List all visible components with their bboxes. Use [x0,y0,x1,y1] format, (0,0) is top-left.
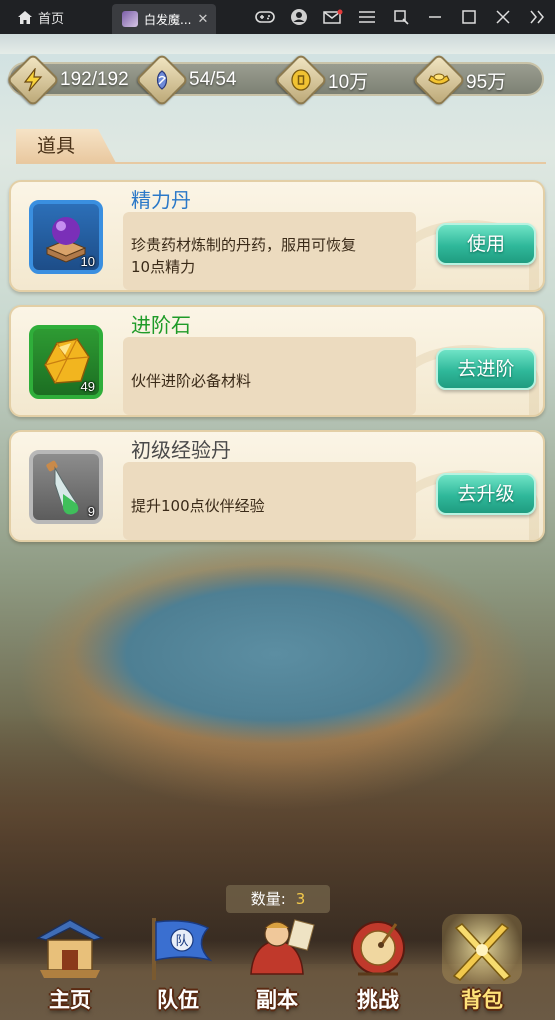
team-flag-icon: 队 [152,918,213,980]
item-description-line1: 提升100点伙伴经验 [131,497,265,515]
item-description-line1: 伙伴进阶必备材料 [131,372,252,390]
spirit-icon [156,70,168,90]
quantity-label: 数量: 3 [226,885,330,913]
ingot-icon [428,73,450,85]
advance-button[interactable]: 去进阶 [436,348,536,390]
resource-spirit: 54/54 [135,53,237,107]
nav-bag-label: 背包 [461,988,503,1012]
coin-icon [291,69,311,91]
item-description: 珍贵药材炼制的丹药，服用可恢复 10点精力 [123,212,416,290]
nav-home[interactable]: 主页 [22,914,118,1020]
swords-icon [452,923,512,981]
level-up-button[interactable]: 去升级 [436,473,536,515]
resource-coin: 10万 [274,53,369,107]
item-count: 9 [87,504,95,519]
home-icon [18,10,32,24]
nav-dungeon-label: 副本 [256,988,298,1012]
item-description-line1: 珍贵药材炼制的丹药，服用可恢复 [131,236,357,254]
warrior-icon [250,919,315,975]
item-icon-frame[interactable]: 49 [29,325,103,399]
gamepad-icon[interactable] [248,0,282,34]
spirit-value: 54/54 [189,69,237,90]
tab-close-icon[interactable]: ✕ [194,12,212,27]
coin-value: 10万 [328,71,369,93]
game-tab[interactable]: 白发魔... ✕ [112,4,216,34]
item-description: 提升100点伙伴经验 [123,462,416,540]
emulator-titlebar: 首页 白发魔... ✕ [0,0,555,34]
game-viewport: 192/192 54/54 10万 95万 道具 10 精力丹 珍贵药材炼制的丹… [0,34,555,1020]
top-strip [0,34,555,54]
item-count: 49 [80,379,95,394]
nav-bag[interactable]: 背包 [434,914,530,1020]
item-name: 精力丹 [131,188,191,212]
team-badge-text: 队 [175,934,188,949]
item-card-exp-pill: 9 初级经验丹 提升100点伙伴经验 去升级 [9,430,545,542]
tab-items[interactable]: 道具 [16,129,116,163]
item-icon-frame[interactable]: 10 [29,200,103,274]
quantity-value: 3 [295,890,306,908]
game-avatar-icon [122,11,138,27]
nav-dungeon[interactable]: 副本 [229,914,325,1020]
nav-challenge-label: 挑战 [357,988,399,1012]
game-tab-label: 白发魔... [144,12,192,27]
quantity-label-text: 数量: [250,890,286,908]
energy-value: 192/192 [60,69,129,90]
maximize-icon[interactable] [452,0,486,34]
screenshot-icon[interactable] [384,0,418,34]
ingot-value: 95万 [466,71,507,93]
resource-energy: 192/192 [6,53,129,107]
nav-team-label: 队伍 [157,988,199,1012]
item-name: 进阶石 [131,313,191,337]
resource-ingot: 95万 [412,53,507,107]
palace-icon [35,919,105,978]
item-description-line2: 10点精力 [131,258,196,276]
home-tab-label: 首页 [38,11,65,27]
mail-icon[interactable] [316,0,350,34]
item-name: 初级经验丹 [131,438,231,462]
window-toolbar [248,0,554,34]
close-icon[interactable] [486,0,520,34]
minimize-icon[interactable] [418,0,452,34]
collapse-icon[interactable] [520,0,554,34]
nav-home-label: 主页 [49,988,91,1012]
menu-icon[interactable] [350,0,384,34]
item-icon-frame[interactable]: 9 [29,450,103,524]
use-button[interactable]: 使用 [436,223,536,265]
user-icon[interactable] [282,0,316,34]
drum-icon [351,921,405,976]
nav-challenge[interactable]: 挑战 [330,914,426,1020]
item-card-advance-stone: 49 进阶石 伙伴进阶必备材料 去进阶 [9,305,545,417]
lightning-icon [23,68,43,92]
home-tab[interactable]: 首页 [0,0,112,34]
item-card-energy-pill: 10 精力丹 珍贵药材炼制的丹药，服用可恢复 10点精力 使用 [9,180,545,292]
item-count: 10 [80,254,95,269]
item-description: 伙伴进阶必备材料 [123,337,416,415]
nav-team[interactable]: 队 队伍 [130,914,226,1020]
